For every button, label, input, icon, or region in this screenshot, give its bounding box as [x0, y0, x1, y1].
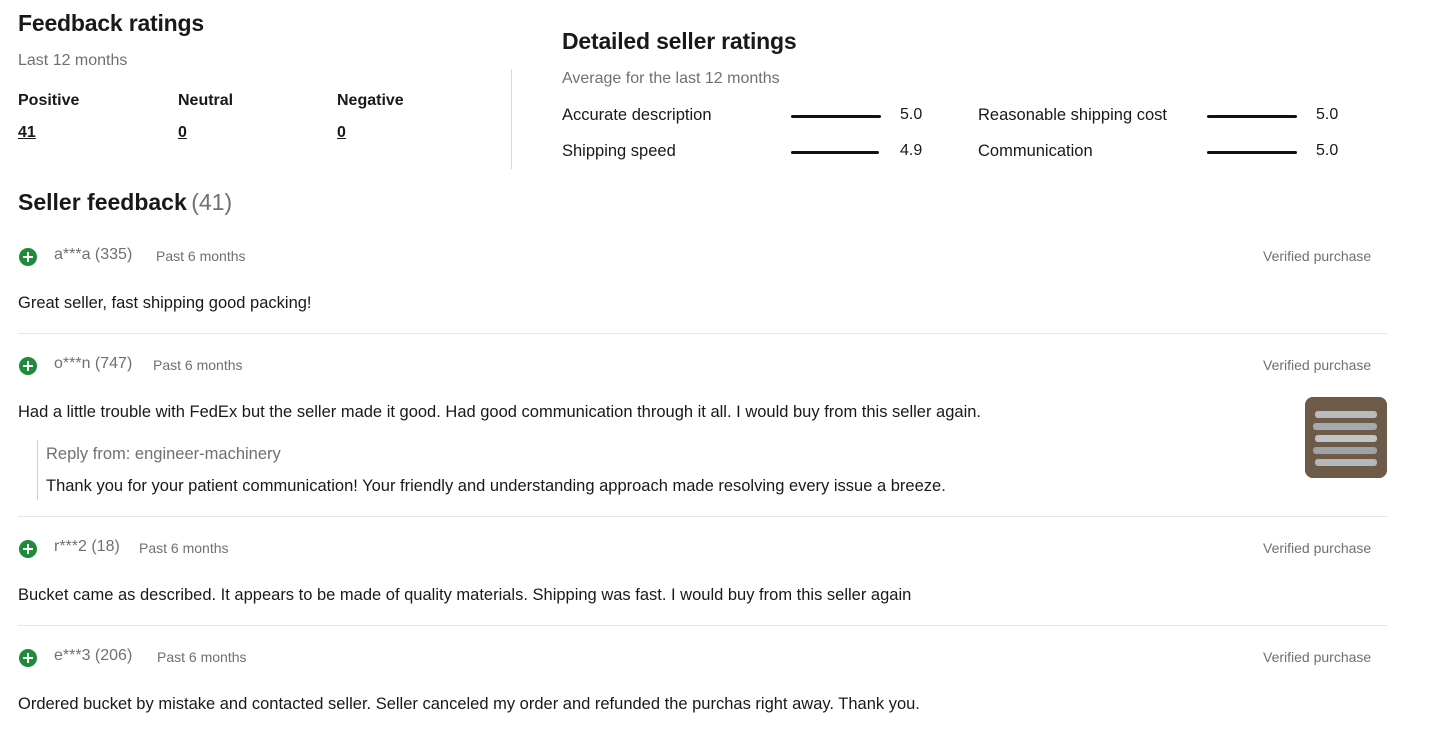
detailed-ratings-title: Detailed seller ratings — [562, 28, 797, 54]
feedback-comment: Bucket came as described. It appears to … — [18, 586, 912, 604]
feedback-user: r***2 (18) — [54, 538, 120, 555]
feedback-divider — [18, 516, 1387, 517]
feedback-time: Past 6 months — [153, 357, 243, 373]
feedback-user: o***n (747) — [54, 355, 133, 372]
neutral-label: Neutral — [178, 92, 234, 109]
feedback-divider — [18, 625, 1387, 626]
rating-bar-shipping-speed — [791, 151, 880, 154]
negative-count-link[interactable]: 0 — [337, 124, 346, 142]
feedback-comment: Had a little trouble with FedEx but the … — [18, 403, 982, 421]
reply-border — [37, 440, 38, 500]
positive-feedback-icon — [19, 248, 37, 266]
positive-label: Positive — [18, 92, 80, 109]
rating-label-shipping-cost: Reasonable shipping cost — [978, 106, 1167, 124]
rating-value-accurate-description: 5.0 — [900, 106, 923, 123]
rating-bar-accurate-description — [791, 115, 881, 118]
feedback-user: a***a (335) — [54, 246, 133, 263]
rating-label-accurate-description: Accurate description — [562, 106, 712, 124]
detailed-ratings-period: Average for the last 12 months — [562, 70, 780, 87]
positive-feedback-icon — [19, 357, 37, 375]
verified-purchase-badge: Verified purchase — [1263, 540, 1372, 556]
seller-reply-text: Thank you for your patient communication… — [46, 477, 946, 495]
rating-label-communication: Communication — [978, 142, 1093, 160]
positive-feedback-icon — [19, 540, 37, 558]
feedback-user: e***3 (206) — [54, 647, 133, 664]
rating-value-shipping-speed: 4.9 — [900, 142, 923, 159]
rating-bar-communication — [1207, 151, 1297, 154]
positive-feedback-icon — [19, 649, 37, 667]
section-divider — [511, 69, 512, 169]
feedback-comment: Great seller, fast shipping good packing… — [18, 294, 312, 312]
feedback-period: Last 12 months — [18, 52, 128, 69]
feedback-ratings-title: Feedback ratings — [18, 10, 204, 36]
seller-feedback-title: Seller feedback — [18, 189, 187, 215]
neutral-count-link[interactable]: 0 — [178, 124, 187, 142]
reply-from-label: Reply from: engineer-machinery — [46, 445, 281, 463]
rating-label-shipping-speed: Shipping speed — [562, 142, 676, 160]
verified-purchase-badge: Verified purchase — [1263, 357, 1372, 373]
verified-purchase-badge: Verified purchase — [1263, 649, 1372, 665]
feedback-photo-thumbnail[interactable] — [1305, 397, 1387, 478]
rating-value-communication: 5.0 — [1316, 142, 1339, 159]
rating-value-shipping-cost: 5.0 — [1316, 106, 1339, 123]
bolts-photo-icon — [1305, 397, 1387, 478]
feedback-time: Past 6 months — [139, 540, 229, 556]
seller-feedback-heading: Seller feedback (41) — [18, 189, 232, 216]
verified-purchase-badge: Verified purchase — [1263, 248, 1372, 264]
negative-label: Negative — [337, 92, 404, 109]
feedback-comment: Ordered bucket by mistake and contacted … — [18, 695, 920, 713]
rating-bar-shipping-cost — [1207, 115, 1297, 118]
positive-count-link[interactable]: 41 — [18, 124, 36, 142]
feedback-time: Past 6 months — [156, 248, 246, 264]
feedback-divider — [18, 333, 1387, 334]
feedback-time: Past 6 months — [157, 649, 247, 665]
seller-feedback-count: (41) — [191, 189, 233, 215]
